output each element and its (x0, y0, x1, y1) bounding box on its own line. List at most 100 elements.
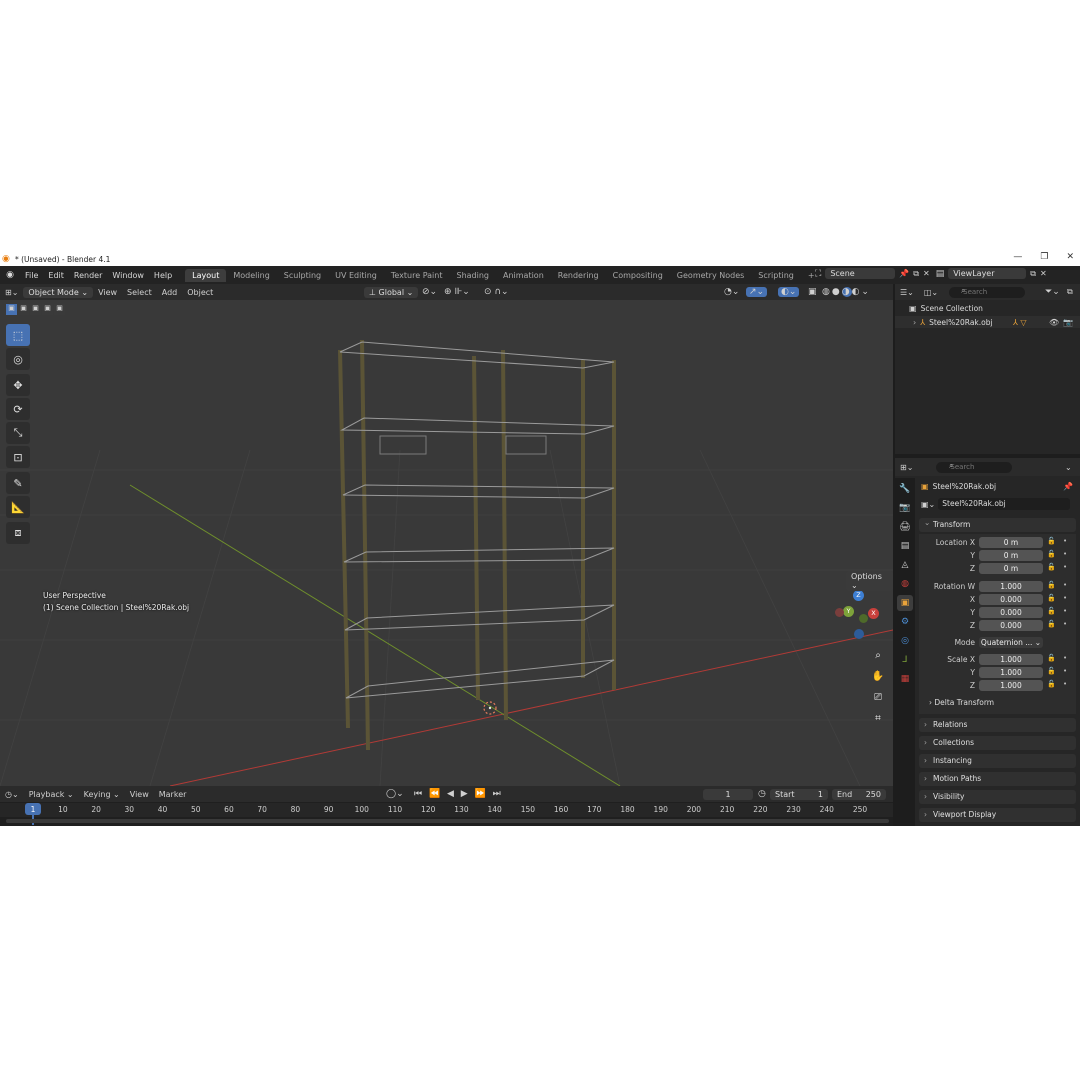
orientation-selector[interactable]: ⊥ Global ⌄ (364, 286, 419, 298)
timeline-menu-playback[interactable]: Playback ⌄ (24, 789, 79, 800)
camera-view-icon[interactable]: ⎚ (869, 688, 887, 706)
keyframe-dot-icon[interactable]: • (1063, 550, 1067, 558)
camera-render-icon[interactable]: 📷 (1063, 318, 1073, 327)
proportional-edit-icon[interactable]: ⊙ ∩⌄ (484, 287, 509, 297)
xray-icon[interactable]: ▣ (808, 287, 817, 297)
lock-icon[interactable]: 🔓 (1047, 654, 1056, 662)
tab-sculpting[interactable]: Sculpting (277, 269, 328, 282)
outliner-row-scene-collection[interactable]: ▣ Scene Collection (909, 304, 983, 313)
timeline-menu-marker[interactable]: Marker (154, 789, 192, 800)
select-box-tool-icon[interactable]: ⬚ (6, 324, 30, 346)
close-button[interactable]: ✕ (1066, 252, 1074, 262)
properties-search-input[interactable] (936, 461, 1013, 473)
pin-icon[interactable]: 📌 (899, 269, 909, 278)
shading-mode-icons[interactable]: ◍●◑◐⌄ (822, 287, 871, 297)
current-frame-field[interactable]: 1 (703, 788, 753, 800)
steel-rack-object[interactable] (338, 339, 616, 751)
zoom-icon[interactable]: ⌕ (869, 646, 887, 664)
expand-chevron-icon[interactable]: › (913, 318, 916, 327)
tab-texture-paint[interactable]: Texture Paint (384, 269, 450, 282)
select-intersect-icon[interactable]: ▣ (54, 304, 65, 315)
start-frame-field[interactable]: Start 1 (770, 788, 828, 800)
properties-options-chevron-icon[interactable]: ⌄ (1065, 463, 1072, 472)
constraints-tab-icon[interactable]: ⅃ (897, 652, 913, 668)
object-name-field[interactable]: Steel%20Rak.obj (938, 498, 1071, 510)
viewport-display-panel-header[interactable]: Viewport Display (919, 808, 1076, 822)
snap-icon[interactable]: ⊕ ⊪⌄ (444, 287, 470, 297)
lock-icon[interactable]: 🔓 (1047, 581, 1056, 589)
scene-tab-icon[interactable]: ◬ (897, 557, 913, 573)
keyframe-dot-icon[interactable]: • (1063, 667, 1067, 675)
display-mode-icon[interactable]: ◫⌄ (919, 287, 943, 298)
transform-tool-icon[interactable]: ⊡ (6, 446, 30, 468)
select-invert-icon[interactable]: ▣ (42, 304, 53, 315)
keyframe-dot-icon[interactable]: • (1063, 654, 1067, 662)
menu-select[interactable]: Select (122, 287, 157, 298)
outliner-editor-type-icon[interactable]: ☰⌄ (895, 287, 919, 298)
axis-neg-x-handle[interactable] (835, 608, 844, 617)
annotate-tool-icon[interactable]: ✎ (6, 472, 30, 494)
tab-layout[interactable]: Layout (185, 268, 227, 282)
axis-y-handle[interactable]: Y (843, 606, 854, 617)
keyframe-dot-icon[interactable]: • (1063, 607, 1067, 615)
maximize-button[interactable]: ❐ (1040, 252, 1048, 262)
location-y-field[interactable]: 0 m (979, 550, 1043, 561)
mode-selector[interactable]: Object Mode ⌄ (23, 286, 94, 298)
overlays-toggle-icon[interactable]: ◐⌄ (778, 287, 800, 297)
object-datablock-icon[interactable]: ▣⌄ (921, 500, 935, 509)
add-cube-tool-icon[interactable]: ⧈ (6, 522, 30, 544)
timeline-scrollbar[interactable] (6, 819, 889, 823)
rotation-mode-dropdown[interactable]: Quaternion ... ⌄ (979, 637, 1043, 648)
render-tab-icon[interactable]: 📷 (897, 500, 913, 516)
axis-x-handle[interactable]: X (868, 608, 879, 619)
3d-viewport[interactable]: User Perspective (1) Scene Collection | … (0, 300, 893, 786)
delta-transform-subpanel[interactable]: › Delta Transform (929, 698, 994, 707)
new-view-layer-icon[interactable]: ⧉ (1030, 269, 1036, 279)
move-tool-icon[interactable]: ✥ (6, 374, 30, 396)
rotation-w-field[interactable]: 1.000 (979, 581, 1043, 592)
gizmo-toggle-icon[interactable]: ↗⌄ (746, 287, 768, 297)
select-extend-icon[interactable]: ▣ (18, 304, 29, 315)
scale-z-field[interactable]: 1.000 (979, 680, 1043, 691)
timeline-editor-type-icon[interactable]: ◷⌄ (0, 789, 24, 800)
axis-z-handle[interactable]: Z (853, 590, 864, 601)
select-new-icon[interactable]: ▣ (6, 304, 17, 315)
outliner-row-object[interactable]: › ⅄ Steel%20Rak.obj ⅄ ▽ 👁 📷 (895, 316, 1080, 328)
navigation-gizmo[interactable]: Z X Y (835, 590, 885, 640)
keyframe-dot-icon[interactable]: • (1063, 581, 1067, 589)
scene-selector[interactable]: Scene (825, 268, 896, 279)
pin-properties-icon[interactable]: 📌 (1063, 482, 1073, 491)
rotate-tool-icon[interactable]: ⟳ (6, 398, 30, 420)
axis-neg-z-handle[interactable] (854, 629, 864, 639)
tab-geometry-nodes[interactable]: Geometry Nodes (670, 269, 751, 282)
auto-keying-icon[interactable]: ◯⌄ (386, 789, 404, 799)
lock-icon[interactable]: 🔓 (1047, 607, 1056, 615)
keyframe-dot-icon[interactable]: • (1063, 680, 1067, 688)
collections-panel-header[interactable]: Collections (919, 736, 1076, 750)
new-collection-icon[interactable]: ⧉ (1067, 287, 1073, 297)
lock-icon[interactable]: 🔓 (1047, 667, 1056, 675)
lock-icon[interactable]: 🔓 (1047, 537, 1056, 545)
blender-menu-icon[interactable]: ◉ (0, 270, 20, 280)
world-tab-icon[interactable]: ◍ (897, 576, 913, 592)
tool-tab-icon[interactable]: 🔧 (897, 481, 913, 497)
keyframe-dot-icon[interactable]: • (1063, 563, 1067, 571)
pan-hand-icon[interactable]: ✋ (869, 667, 887, 685)
scale-y-field[interactable]: 1.000 (979, 667, 1043, 678)
rotation-x-field[interactable]: 0.000 (979, 594, 1043, 605)
pivot-icon[interactable]: ⊘⌄ (422, 287, 437, 297)
timeline-ruler[interactable]: 1 10 20 30 40 50 60 70 80 90 100 110 120 130 140 150 160… (0, 803, 893, 825)
view-layer-tab-icon[interactable]: ▤ (897, 538, 913, 554)
properties-editor-type-icon[interactable]: ⊞⌄ (895, 462, 918, 473)
scale-tool-icon[interactable]: ⤡ (6, 422, 30, 444)
lock-icon[interactable]: 🔓 (1047, 680, 1056, 688)
timeline-menu-keying[interactable]: Keying ⌄ (79, 789, 125, 800)
keyframe-dot-icon[interactable]: • (1063, 620, 1067, 628)
ortho-toggle-icon[interactable]: ⌗ (869, 709, 887, 727)
material-tab-icon[interactable]: ▦ (897, 671, 913, 687)
editor-type-icon[interactable]: ⊞⌄ (0, 287, 23, 298)
axis-neg-y-handle[interactable] (859, 614, 868, 623)
measure-tool-icon[interactable]: 📐 (6, 496, 30, 518)
playback-controls[interactable]: ⏮ ⏪ ◀ ▶ ⏩ ⏭ (414, 789, 503, 799)
physics-tab-icon[interactable]: ◎ (897, 633, 913, 649)
